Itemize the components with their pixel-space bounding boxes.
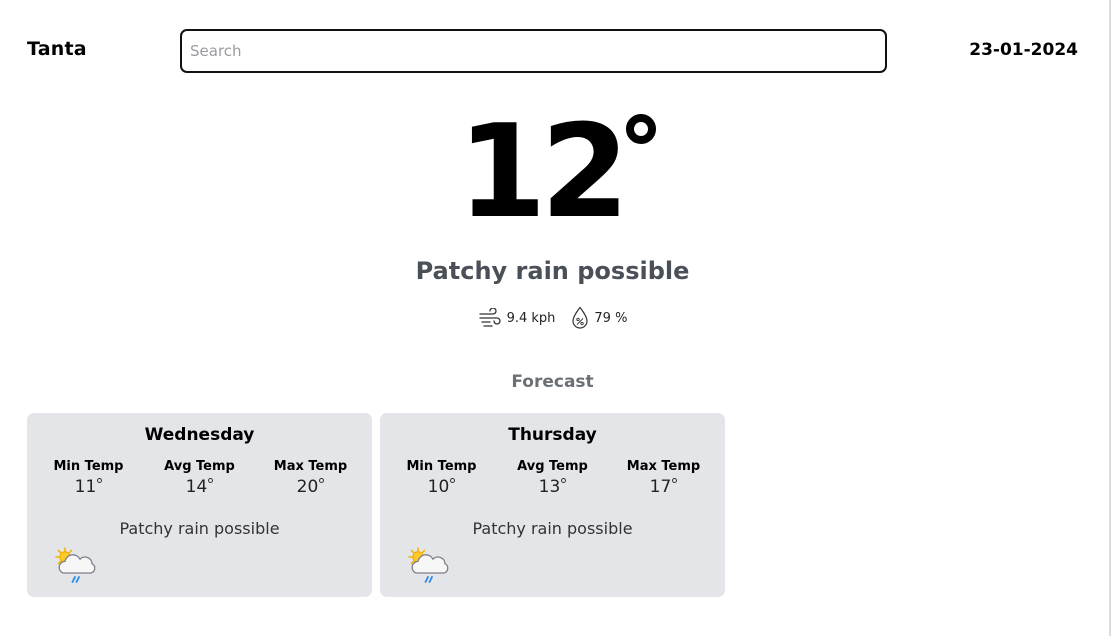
weather-app: Tanta 23-01-2024 12 Patchy rain possible… [0, 0, 1111, 636]
degree-symbol [319, 478, 325, 483]
avg-temp-number: 14 [185, 477, 208, 497]
forecast-condition: Patchy rain possible [119, 519, 280, 538]
avg-temp-number: 13 [538, 477, 561, 497]
max-temp-value: 17 [650, 477, 678, 497]
forecast-condition: Patchy rain possible [472, 519, 633, 538]
forecast-temps: Min Temp 10 Avg Temp 13 Max Temp 17 [380, 459, 725, 497]
current-condition: Patchy rain possible [415, 257, 690, 285]
avg-temp-value: 13 [539, 477, 567, 497]
wind-speed: 9.4 kph [506, 310, 556, 326]
max-temp-number: 17 [649, 477, 672, 497]
wind-metric: 9.4 kph [478, 308, 556, 328]
max-temp: Max Temp 20 [261, 459, 361, 497]
humidity-metric: 79 % [571, 306, 627, 330]
avg-temp-value: 14 [186, 477, 214, 497]
forecast-day: Thursday [508, 425, 597, 445]
min-temp: Min Temp 10 [392, 459, 492, 497]
degree-symbol [450, 478, 456, 483]
avg-temp-label: Avg Temp [517, 459, 588, 474]
max-temp-number: 20 [296, 477, 319, 497]
humidity-icon [572, 306, 588, 329]
degree-symbol [97, 478, 103, 483]
avg-temp-label: Avg Temp [164, 459, 235, 474]
avg-temp: Avg Temp 13 [503, 459, 603, 497]
current-date: 23-01-2024 [969, 40, 1078, 60]
max-temp-label: Max Temp [273, 459, 348, 474]
degree-symbol [208, 478, 214, 483]
patchy-rain-icon [408, 547, 449, 583]
forecast-title: Forecast [511, 372, 594, 392]
current-temperature: 12 [457, 108, 656, 238]
forecast-temps: Min Temp 11 Avg Temp 14 Max Temp 20 [27, 459, 372, 497]
wind-icon [478, 308, 501, 327]
min-temp-value: 10 [428, 477, 456, 497]
min-temp-value: 11 [75, 477, 103, 497]
forecast-card: Wednesday Min Temp 11 Avg Temp 14 Max Te… [27, 413, 372, 597]
search-input[interactable] [180, 29, 887, 73]
degree-symbol [672, 478, 678, 483]
current-metrics: 9.4 kph 79 % [0, 306, 1105, 330]
min-temp-label: Min Temp [53, 459, 124, 474]
min-temp-number: 11 [74, 477, 97, 497]
city-name: Tanta [27, 38, 87, 60]
patchy-rain-icon [55, 547, 96, 583]
avg-temp: Avg Temp 14 [150, 459, 250, 497]
degree-symbol [561, 478, 567, 483]
degree-symbol [625, 114, 656, 144]
max-temp-value: 20 [297, 477, 325, 497]
min-temp-label: Min Temp [406, 459, 477, 474]
min-temp: Min Temp 11 [39, 459, 139, 497]
forecast-card: Thursday Min Temp 10 Avg Temp 13 Max Tem… [380, 413, 725, 597]
humidity-value: 79 % [594, 310, 628, 326]
max-temp-label: Max Temp [626, 459, 701, 474]
forecast-day: Wednesday [144, 425, 255, 445]
max-temp: Max Temp 17 [614, 459, 714, 497]
current-temperature-wrap: 12 [0, 108, 1111, 238]
temperature-value: 12 [457, 98, 629, 247]
min-temp-number: 10 [427, 477, 450, 497]
